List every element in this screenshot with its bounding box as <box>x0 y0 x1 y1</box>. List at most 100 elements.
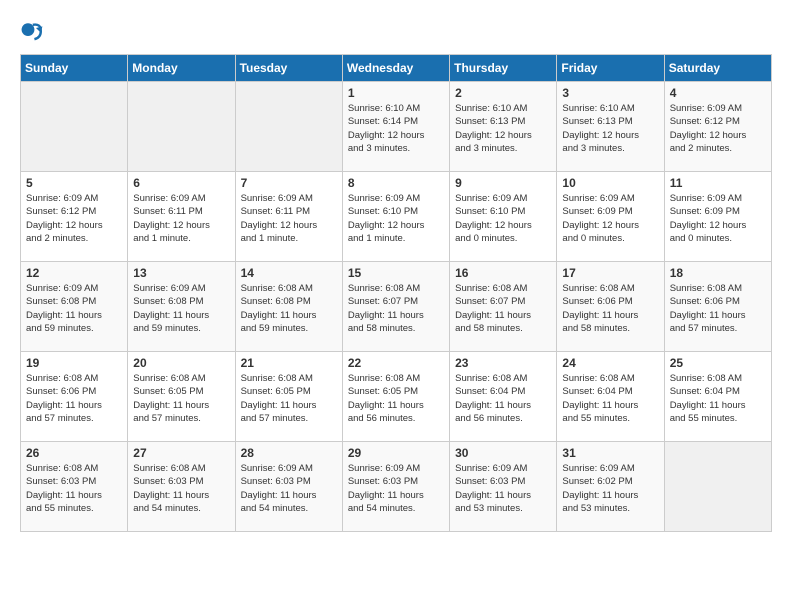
calendar-cell: 8 Sunrise: 6:09 AMSunset: 6:10 PMDaylight… <box>342 172 449 262</box>
calendar-cell: 27 Sunrise: 6:08 AMSunset: 6:03 PMDayligh… <box>128 442 235 532</box>
calendar-cell: 28 Sunrise: 6:09 AMSunset: 6:03 PMDayligh… <box>235 442 342 532</box>
weekday-header-sunday: Sunday <box>21 55 128 82</box>
calendar-cell: 21 Sunrise: 6:08 AMSunset: 6:05 PMDayligh… <box>235 352 342 442</box>
calendar-cell: 12 Sunrise: 6:09 AMSunset: 6:08 PMDayligh… <box>21 262 128 352</box>
logo-icon <box>20 20 44 44</box>
day-info: Sunrise: 6:09 AMSunset: 6:03 PMDaylight:… <box>455 462 551 515</box>
day-number: 22 <box>348 356 444 370</box>
day-number: 13 <box>133 266 229 280</box>
day-info: Sunrise: 6:08 AMSunset: 6:05 PMDaylight:… <box>348 372 444 425</box>
day-info: Sunrise: 6:09 AMSunset: 6:03 PMDaylight:… <box>241 462 337 515</box>
calendar-cell <box>664 442 771 532</box>
day-number: 24 <box>562 356 658 370</box>
calendar-cell: 15 Sunrise: 6:08 AMSunset: 6:07 PMDayligh… <box>342 262 449 352</box>
day-number: 28 <box>241 446 337 460</box>
day-info: Sunrise: 6:09 AMSunset: 6:10 PMDaylight:… <box>455 192 551 245</box>
day-info: Sunrise: 6:09 AMSunset: 6:10 PMDaylight:… <box>348 192 444 245</box>
day-number: 11 <box>670 176 766 190</box>
day-number: 10 <box>562 176 658 190</box>
calendar-cell <box>21 82 128 172</box>
day-number: 21 <box>241 356 337 370</box>
calendar-cell: 22 Sunrise: 6:08 AMSunset: 6:05 PMDayligh… <box>342 352 449 442</box>
calendar-cell: 2 Sunrise: 6:10 AMSunset: 6:13 PMDaylight… <box>450 82 557 172</box>
calendar-cell: 26Sunrise: 6:08 AMSunset: 6:03 PMDayligh… <box>21 442 128 532</box>
day-info: Sunrise: 6:09 AMSunset: 6:12 PMDaylight:… <box>26 192 122 245</box>
calendar-cell: 1Sunrise: 6:10 AMSunset: 6:14 PMDaylight… <box>342 82 449 172</box>
day-number: 15 <box>348 266 444 280</box>
day-info: Sunrise: 6:08 AMSunset: 6:06 PMDaylight:… <box>670 282 766 335</box>
day-info: Sunrise: 6:09 AMSunset: 6:03 PMDaylight:… <box>348 462 444 515</box>
calendar-cell: 9 Sunrise: 6:09 AMSunset: 6:10 PMDaylight… <box>450 172 557 262</box>
day-number: 19 <box>26 356 122 370</box>
calendar-cell: 18 Sunrise: 6:08 AMSunset: 6:06 PMDayligh… <box>664 262 771 352</box>
day-number: 17 <box>562 266 658 280</box>
day-number: 1 <box>348 86 444 100</box>
day-number: 20 <box>133 356 229 370</box>
calendar-cell: 30 Sunrise: 6:09 AMSunset: 6:03 PMDayligh… <box>450 442 557 532</box>
day-info: Sunrise: 6:08 AMSunset: 6:05 PMDaylight:… <box>241 372 337 425</box>
day-number: 27 <box>133 446 229 460</box>
day-info: Sunrise: 6:08 AMSunset: 6:04 PMDaylight:… <box>670 372 766 425</box>
calendar-cell: 31 Sunrise: 6:09 AMSunset: 6:02 PMDayligh… <box>557 442 664 532</box>
day-info: Sunrise: 6:08 AMSunset: 6:06 PMDaylight:… <box>26 372 122 425</box>
calendar-cell: 6 Sunrise: 6:09 AMSunset: 6:11 PMDaylight… <box>128 172 235 262</box>
day-info: Sunrise: 6:09 AMSunset: 6:11 PMDaylight:… <box>241 192 337 245</box>
calendar-cell: 10 Sunrise: 6:09 AMSunset: 6:09 PMDayligh… <box>557 172 664 262</box>
day-info: Sunrise: 6:09 AMSunset: 6:09 PMDaylight:… <box>562 192 658 245</box>
day-number: 30 <box>455 446 551 460</box>
weekday-header-tuesday: Tuesday <box>235 55 342 82</box>
day-number: 23 <box>455 356 551 370</box>
weekday-header-friday: Friday <box>557 55 664 82</box>
day-number: 25 <box>670 356 766 370</box>
day-info: Sunrise: 6:10 AMSunset: 6:13 PMDaylight:… <box>455 102 551 155</box>
calendar-cell: 14 Sunrise: 6:08 AMSunset: 6:08 PMDayligh… <box>235 262 342 352</box>
day-number: 7 <box>241 176 337 190</box>
day-number: 2 <box>455 86 551 100</box>
day-info: Sunrise: 6:09 AMSunset: 6:08 PMDaylight:… <box>26 282 122 335</box>
calendar-cell: 19 Sunrise: 6:08 AMSunset: 6:06 PMDayligh… <box>21 352 128 442</box>
day-number: 9 <box>455 176 551 190</box>
calendar-cell: 4Sunrise: 6:09 AMSunset: 6:12 PMDaylight… <box>664 82 771 172</box>
day-number: 6 <box>133 176 229 190</box>
day-info: Sunrise: 6:09 AMSunset: 6:09 PMDaylight:… <box>670 192 766 245</box>
weekday-header-monday: Monday <box>128 55 235 82</box>
day-info: Sunrise: 6:08 AMSunset: 6:07 PMDaylight:… <box>348 282 444 335</box>
calendar-cell: 25 Sunrise: 6:08 AMSunset: 6:04 PMDayligh… <box>664 352 771 442</box>
day-number: 29 <box>348 446 444 460</box>
calendar-cell <box>235 82 342 172</box>
calendar-cell: 20Sunrise: 6:08 AMSunset: 6:05 PMDayligh… <box>128 352 235 442</box>
day-number: 31 <box>562 446 658 460</box>
day-info: Sunrise: 6:08 AMSunset: 6:04 PMDaylight:… <box>562 372 658 425</box>
day-number: 3 <box>562 86 658 100</box>
weekday-header-thursday: Thursday <box>450 55 557 82</box>
day-info: Sunrise: 6:08 AMSunset: 6:06 PMDaylight:… <box>562 282 658 335</box>
day-number: 8 <box>348 176 444 190</box>
calendar-cell: 23 Sunrise: 6:08 AMSunset: 6:04 PMDayligh… <box>450 352 557 442</box>
day-info: Sunrise: 6:10 AMSunset: 6:13 PMDaylight:… <box>562 102 658 155</box>
day-info: Sunrise: 6:08 AMSunset: 6:04 PMDaylight:… <box>455 372 551 425</box>
calendar-cell: 13 Sunrise: 6:09 AMSunset: 6:08 PMDayligh… <box>128 262 235 352</box>
day-number: 16 <box>455 266 551 280</box>
calendar-cell: 16 Sunrise: 6:08 AMSunset: 6:07 PMDayligh… <box>450 262 557 352</box>
day-number: 5 <box>26 176 122 190</box>
day-number: 14 <box>241 266 337 280</box>
day-number: 12 <box>26 266 122 280</box>
day-info: Sunrise: 6:08 AMSunset: 6:07 PMDaylight:… <box>455 282 551 335</box>
calendar-cell: 24 Sunrise: 6:08 AMSunset: 6:04 PMDayligh… <box>557 352 664 442</box>
calendar-cell: 11 Sunrise: 6:09 AMSunset: 6:09 PMDayligh… <box>664 172 771 262</box>
day-info: Sunrise: 6:09 AMSunset: 6:08 PMDaylight:… <box>133 282 229 335</box>
day-info: Sunrise: 6:09 AMSunset: 6:11 PMDaylight:… <box>133 192 229 245</box>
day-info: Sunrise: 6:08 AMSunset: 6:03 PMDaylight:… <box>133 462 229 515</box>
day-info: Sunrise: 6:09 AMSunset: 6:02 PMDaylight:… <box>562 462 658 515</box>
calendar-table: SundayMondayTuesdayWednesdayThursdayFrid… <box>20 54 772 532</box>
weekday-header-wednesday: Wednesday <box>342 55 449 82</box>
calendar-cell: 29 Sunrise: 6:09 AMSunset: 6:03 PMDayligh… <box>342 442 449 532</box>
weekday-header-saturday: Saturday <box>664 55 771 82</box>
calendar-cell: 17 Sunrise: 6:08 AMSunset: 6:06 PMDayligh… <box>557 262 664 352</box>
calendar-cell <box>128 82 235 172</box>
calendar-cell: 3 Sunrise: 6:10 AMSunset: 6:13 PMDaylight… <box>557 82 664 172</box>
day-number: 18 <box>670 266 766 280</box>
day-info: Sunrise: 6:08 AMSunset: 6:03 PMDaylight:… <box>26 462 122 515</box>
calendar-cell: 5 Sunrise: 6:09 AMSunset: 6:12 PMDaylight… <box>21 172 128 262</box>
day-info: Sunrise: 6:08 AMSunset: 6:08 PMDaylight:… <box>241 282 337 335</box>
